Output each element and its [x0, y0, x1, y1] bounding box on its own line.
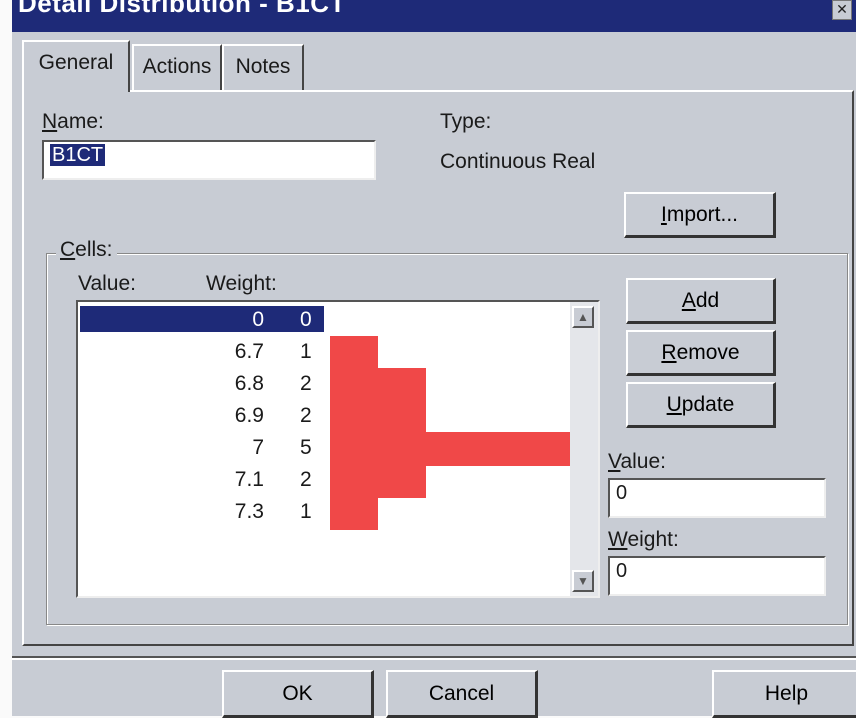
cancel-button[interactable]: Cancel: [386, 670, 538, 718]
add-button[interactable]: Add: [626, 278, 776, 324]
weight-bar: [330, 496, 378, 530]
name-value: B1CT: [50, 144, 106, 166]
value-label-rest: alue:: [620, 450, 666, 473]
list-item[interactable]: 6.7 1: [78, 336, 570, 368]
down-arrow-icon[interactable]: ▼: [572, 570, 594, 592]
cell-value: 7.1: [234, 468, 264, 491]
footer-divider: [12, 656, 856, 660]
cell-value: 0: [252, 308, 264, 331]
tab-notes[interactable]: Notes: [222, 44, 304, 90]
name-field[interactable]: B1CT: [42, 140, 376, 180]
weight-bar: [330, 464, 426, 498]
cell-weight: 2: [300, 404, 312, 427]
update-button[interactable]: Update: [626, 382, 776, 428]
cell-value: 6.9: [234, 404, 264, 427]
import-label-rest: mport...: [666, 202, 739, 226]
cell-value: 6.8: [234, 372, 264, 395]
window-title: Detail Distribution - B1CT: [18, 0, 346, 18]
weight-bar: [330, 400, 426, 434]
weight-bar: [330, 432, 570, 466]
name-label-rest: ame:: [57, 110, 104, 133]
selection-highlight: [80, 306, 324, 332]
cell-weight: 5: [300, 436, 312, 459]
weight-label: Weight:: [608, 528, 679, 552]
cells-list[interactable]: 0 0 6.7 1 6.8 2 6.9 2 7 5 7.1 2 7.3 1 ▲ ▼: [76, 300, 600, 598]
cell-weight: 0: [300, 308, 312, 331]
list-item[interactable]: 7.1 2: [78, 464, 570, 496]
help-button[interactable]: Help: [712, 670, 856, 718]
value-label: Value:: [608, 450, 666, 474]
cell-weight: 2: [300, 372, 312, 395]
title-bar[interactable]: Detail Distribution - B1CT ✕: [12, 0, 856, 32]
list-item[interactable]: 6.9 2: [78, 400, 570, 432]
import-button[interactable]: Import...: [624, 192, 776, 238]
cells-mnemonic: C: [60, 238, 76, 261]
weight-bar: [330, 368, 426, 402]
cell-value: 6.7: [234, 340, 264, 363]
remove-label-rest: emove: [676, 340, 740, 364]
cell-weight: 1: [300, 340, 312, 363]
cell-weight: 2: [300, 468, 312, 491]
cell-value: 7.3: [234, 500, 264, 523]
cell-weight: 1: [300, 500, 312, 523]
cell-value: 7: [252, 436, 264, 459]
type-value: Continuous Real: [440, 150, 596, 173]
close-icon[interactable]: ✕: [832, 0, 852, 20]
ok-button[interactable]: OK: [222, 670, 374, 718]
weight-bar: [330, 336, 378, 370]
name-label-mnemonic: N: [42, 110, 58, 133]
remove-mnemonic: R: [661, 340, 677, 364]
cells-legend: Cells:: [56, 238, 117, 262]
value-column-header: Value:: [78, 272, 136, 295]
update-label-rest: pdate: [681, 392, 735, 416]
tab-actions[interactable]: Actions: [132, 44, 222, 90]
weight-input[interactable]: 0: [608, 556, 826, 596]
update-mnemonic: U: [666, 392, 682, 416]
remove-button[interactable]: Remove: [626, 330, 776, 376]
list-item[interactable]: 7.3 1: [78, 496, 570, 528]
type-label: Type:: [440, 110, 492, 133]
list-item[interactable]: 6.8 2: [78, 368, 570, 400]
value-mnemonic: V: [608, 450, 621, 473]
value-input[interactable]: 0: [608, 478, 826, 518]
dialog-window: Detail Distribution - B1CT ✕ General Act…: [12, 0, 856, 718]
tab-general[interactable]: General: [22, 40, 130, 92]
up-arrow-icon[interactable]: ▲: [572, 306, 594, 328]
cells-legend-rest: ells:: [75, 238, 113, 261]
weight-column-header: Weight:: [206, 272, 277, 295]
weight-mnemonic: W: [608, 528, 628, 551]
add-mnemonic: A: [681, 288, 696, 312]
add-label-rest: dd: [695, 288, 720, 312]
name-label: Name:: [42, 110, 104, 134]
list-item[interactable]: 00: [78, 304, 570, 336]
weight-label-rest: eight:: [627, 528, 679, 551]
vertical-scrollbar[interactable]: ▲ ▼: [570, 302, 598, 596]
